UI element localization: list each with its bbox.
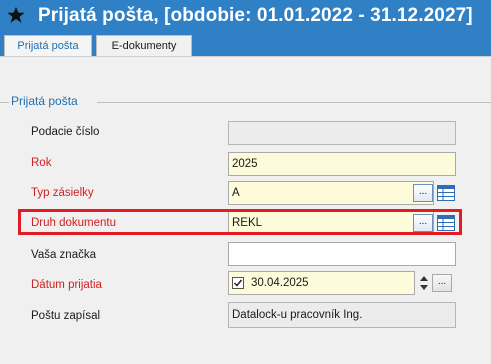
podacie-cislo-field (228, 121, 456, 145)
date-spinner-icon[interactable] (419, 274, 429, 292)
section-title: Prijatá pošta (11, 94, 78, 108)
tab-strip: Prijatá pošta E-dokumenty (0, 34, 491, 57)
typ-zasielky-list-icon[interactable] (437, 185, 455, 201)
rok-field[interactable]: 2025 (228, 152, 456, 176)
label-typ-zasielky: Typ zásielky (31, 187, 94, 199)
title-bar: Prijatá pošta, [obdobie: 01.01.2022 - 31… (0, 0, 491, 34)
tab-e-dokumenty[interactable]: E-dokumenty (96, 35, 192, 56)
label-vasa-znacka: Vaša značka (31, 249, 96, 261)
datum-prijatia-field[interactable]: 30.04.2025 (228, 271, 415, 295)
typ-zasielky-field[interactable]: A (228, 181, 434, 205)
check-icon (233, 279, 243, 287)
typ-zasielky-lookup-button[interactable]: ... (413, 184, 433, 202)
label-datum-prijatia: Dátum prijatia (31, 279, 102, 291)
label-postu-zapisal: Poštu zapísal (31, 310, 101, 322)
highlight-box (18, 209, 462, 235)
vasa-znacka-field[interactable] (228, 242, 456, 266)
label-podacie-cislo: Podacie číslo (31, 126, 100, 138)
star-icon[interactable] (7, 5, 25, 25)
datum-prijatia-checkbox[interactable] (232, 277, 244, 289)
form-panel: Prijatá pošta Podacie číslo Rok 2025 Typ… (0, 57, 491, 364)
section-divider (97, 102, 491, 103)
label-rok: Rok (31, 157, 52, 169)
window-title: Prijatá pošta, [obdobie: 01.01.2022 - 31… (38, 5, 473, 26)
datum-prijatia-calendar-button[interactable]: ... (432, 274, 452, 292)
section-divider-left (0, 102, 9, 103)
postu-zapisal-field: Datalock-u pracovník Ing. (228, 302, 456, 328)
tab-prijata-posta[interactable]: Prijatá pošta (4, 35, 92, 56)
